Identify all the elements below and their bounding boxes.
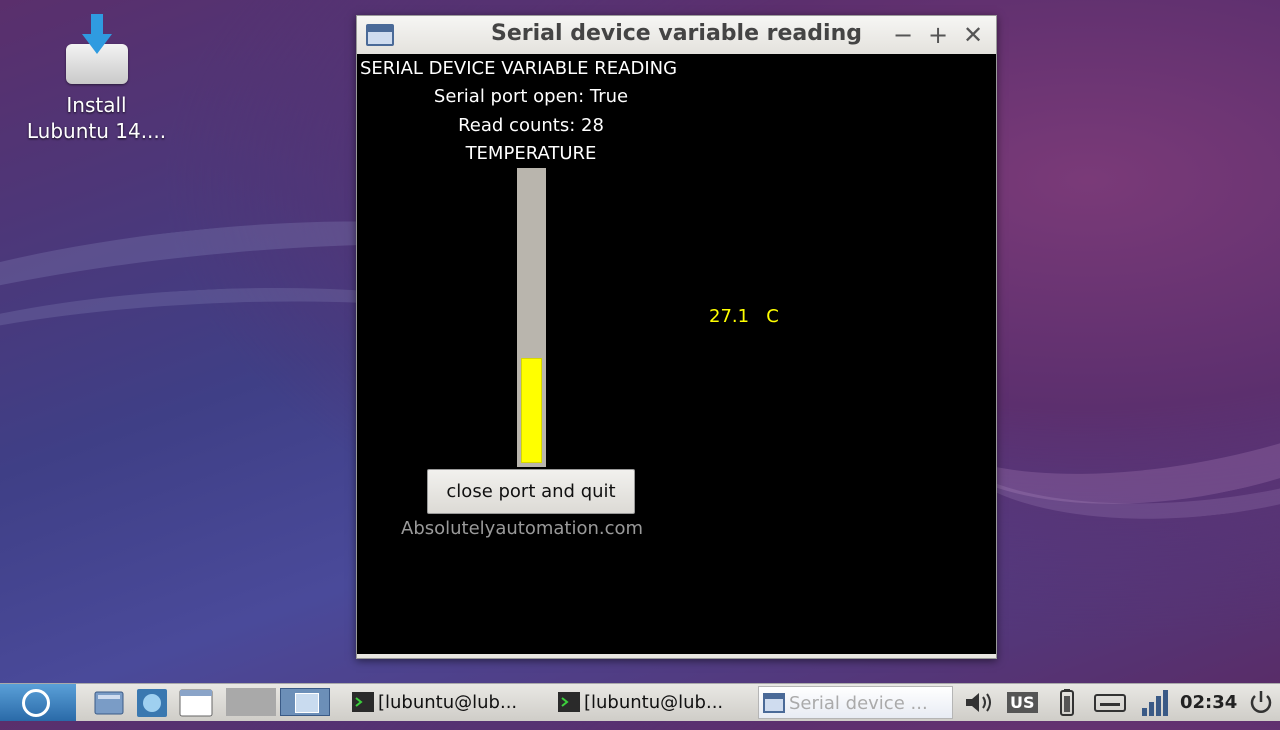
window-icon bbox=[763, 693, 785, 713]
desktop-1-switcher[interactable] bbox=[226, 688, 276, 716]
terminal-icon bbox=[352, 692, 374, 712]
install-lubuntu-desktop-icon[interactable]: Install Lubuntu 14.... bbox=[14, 10, 179, 144]
gauge-label: TEMPERATURE bbox=[465, 143, 597, 164]
lubuntu-logo-icon bbox=[22, 689, 50, 717]
power-icon[interactable] bbox=[1246, 686, 1276, 719]
show-desktop-icon[interactable] bbox=[178, 686, 214, 719]
battery-icon[interactable] bbox=[1054, 686, 1080, 719]
website-label: Absolutelyautomation.com bbox=[401, 518, 644, 539]
keyboard-icon[interactable] bbox=[1092, 686, 1128, 719]
keyboard-layout-indicator[interactable]: US bbox=[1007, 686, 1041, 719]
app-heading: SERIAL DEVICE VARIABLE READING bbox=[360, 58, 678, 79]
taskbar: [lubuntu@lub... [lubuntu@lub... Serial d… bbox=[0, 683, 1280, 721]
volume-icon[interactable] bbox=[962, 686, 996, 719]
browser-icon[interactable] bbox=[134, 686, 170, 719]
minimize-button[interactable]: − bbox=[889, 20, 917, 50]
window-bottom-border bbox=[357, 654, 996, 658]
temperature-gauge bbox=[517, 168, 546, 467]
install-drive-icon bbox=[64, 14, 130, 84]
temperature-unit: C bbox=[766, 306, 779, 327]
file-manager-icon[interactable] bbox=[92, 686, 128, 719]
network-signal-icon[interactable] bbox=[1138, 686, 1172, 719]
install-icon-label: Install Lubuntu 14.... bbox=[26, 93, 167, 143]
start-menu-button[interactable] bbox=[0, 684, 76, 721]
taskbar-task-serial-device[interactable]: Serial device ... bbox=[758, 686, 953, 719]
clock[interactable]: 02:34 bbox=[1180, 686, 1240, 719]
temperature-value: 27.1 bbox=[709, 306, 750, 327]
temperature-gauge-fill bbox=[521, 358, 542, 463]
terminal-icon bbox=[558, 692, 580, 712]
window-titlebar[interactable]: Serial device variable reading − + ✕ bbox=[357, 16, 996, 55]
close-window-button[interactable]: ✕ bbox=[959, 20, 987, 50]
serial-reading-window: Serial device variable reading − + ✕ SER… bbox=[356, 15, 997, 659]
desktop-2-switcher[interactable] bbox=[280, 688, 330, 716]
serial-port-status: Serial port open: True bbox=[433, 86, 629, 107]
read-counts: Read counts: 28 bbox=[458, 115, 604, 136]
taskbar-task-terminal-1[interactable]: [lubuntu@lub... bbox=[348, 686, 543, 719]
maximize-button[interactable]: + bbox=[924, 20, 952, 50]
taskbar-task-terminal-2[interactable]: [lubuntu@lub... bbox=[554, 686, 749, 719]
close-port-and-quit-button[interactable]: close port and quit bbox=[427, 469, 635, 514]
window-content: SERIAL DEVICE VARIABLE READING Serial po… bbox=[357, 54, 996, 654]
temperature-reading: 27.1 C bbox=[709, 306, 779, 327]
